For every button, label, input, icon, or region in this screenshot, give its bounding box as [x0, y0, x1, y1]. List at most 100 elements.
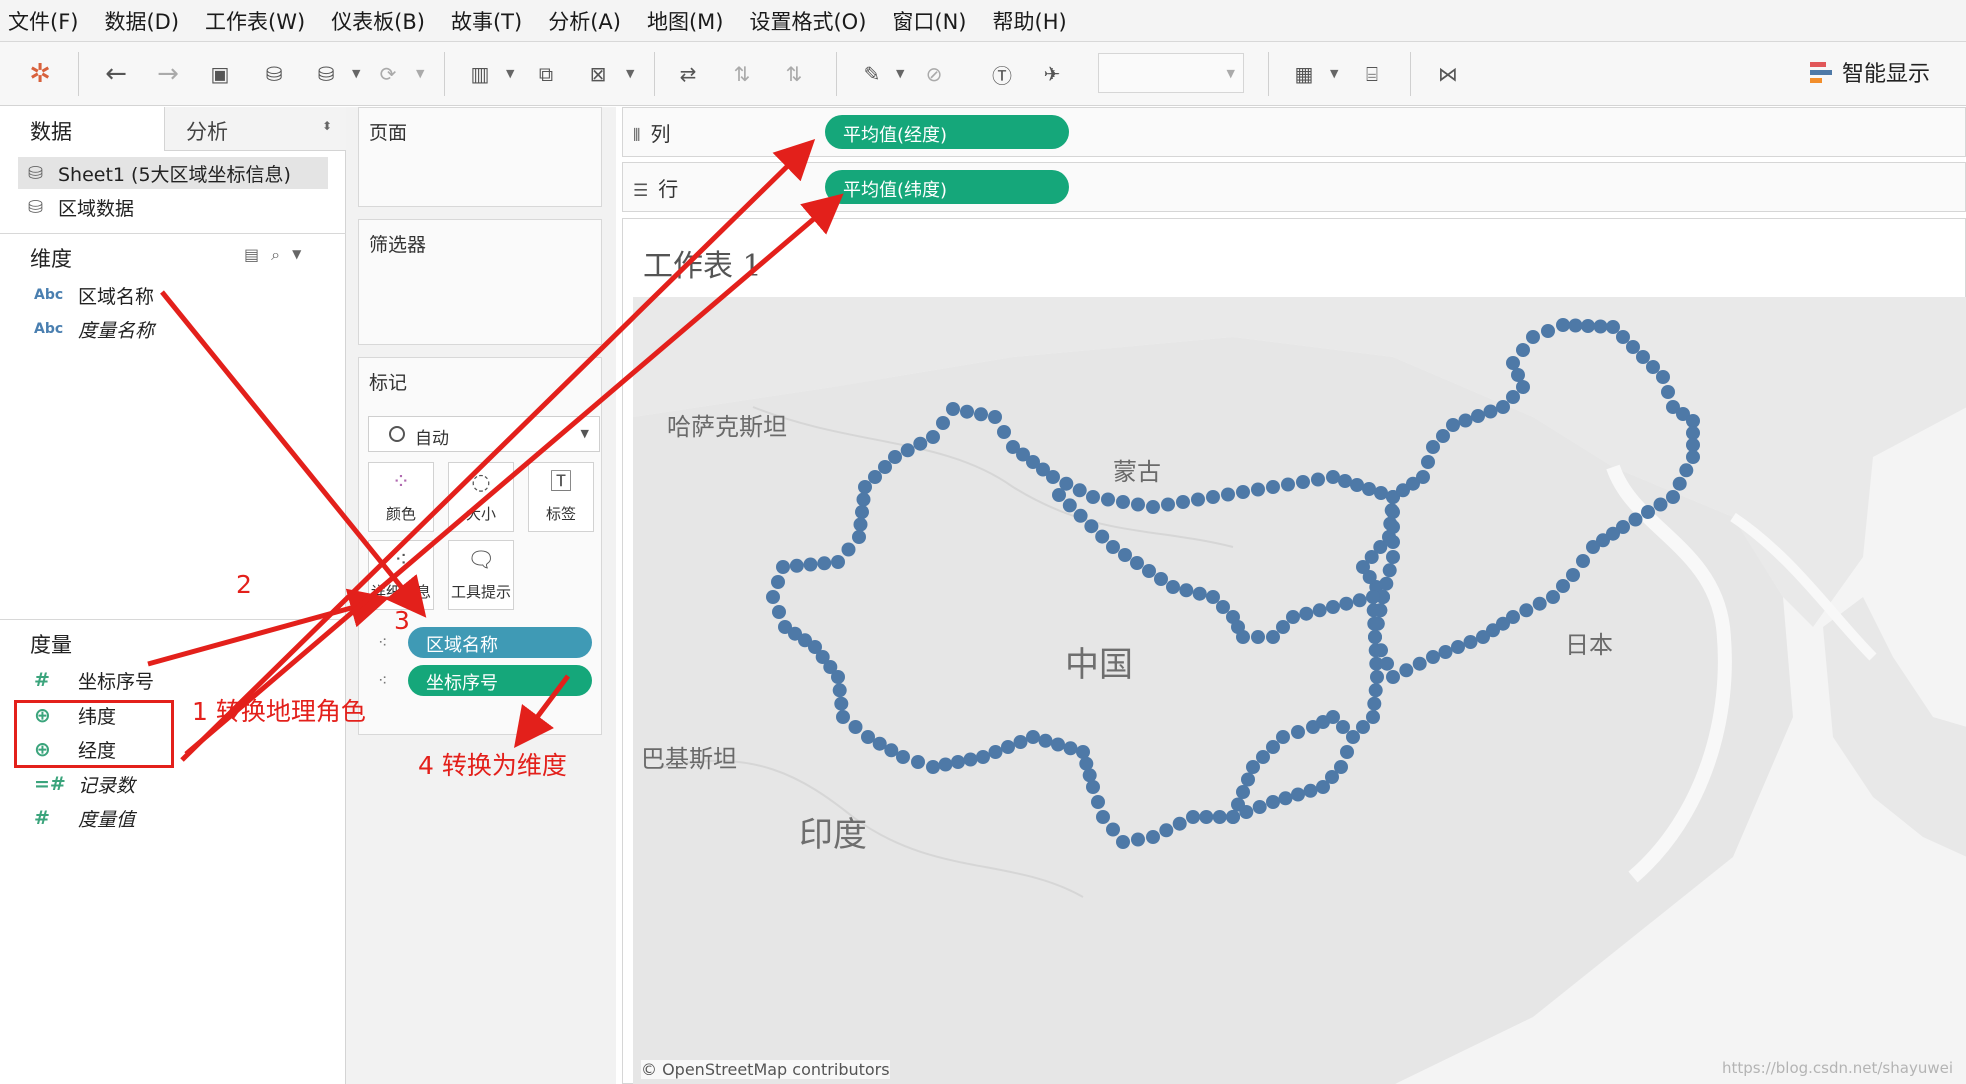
map-mark[interactable] — [853, 517, 868, 532]
map-mark[interactable] — [836, 710, 850, 724]
map-mark[interactable] — [831, 555, 845, 569]
map-mark[interactable] — [1252, 800, 1267, 814]
map-mark[interactable] — [913, 436, 928, 451]
map-mark[interactable] — [1086, 490, 1100, 504]
chevron-down-icon[interactable]: ▼ — [506, 67, 514, 80]
map-mark[interactable] — [1686, 438, 1700, 452]
map-mark[interactable] — [888, 450, 902, 464]
map-mark[interactable] — [1116, 835, 1130, 849]
map-mark[interactable] — [1206, 590, 1220, 604]
map-mark[interactable] — [841, 542, 856, 557]
map-mark[interactable] — [1426, 440, 1440, 454]
map-mark[interactable] — [1416, 470, 1430, 484]
map-mark[interactable] — [1095, 529, 1110, 544]
map-mark[interactable] — [1312, 603, 1327, 618]
pill-avg-latitude[interactable]: 平均值(纬度) — [825, 170, 1069, 204]
map-mark[interactable] — [1266, 480, 1280, 494]
map-mark[interactable] — [1368, 630, 1382, 644]
search-icon[interactable]: ⌕ — [271, 245, 280, 265]
pill-avg-longitude[interactable]: 平均值(经度) — [825, 115, 1069, 149]
map-mark[interactable] — [878, 460, 892, 474]
map-mark[interactable] — [1483, 404, 1498, 419]
map-mark[interactable] — [1463, 635, 1478, 649]
map-mark[interactable] — [856, 492, 871, 507]
map-mark[interactable] — [1172, 816, 1187, 831]
clear-sheet-icon[interactable]: ⊠ — [578, 54, 618, 94]
map-mark[interactable] — [976, 750, 990, 764]
field-record-count[interactable]: =# 记录数 — [34, 769, 135, 799]
menu-data[interactable]: 数据(D) — [104, 6, 179, 36]
map-mark[interactable] — [1653, 497, 1668, 512]
map-mark[interactable] — [926, 760, 940, 774]
map-mark[interactable] — [1063, 741, 1078, 756]
menu-map[interactable]: 地图(M) — [647, 6, 724, 36]
map-mark[interactable] — [1251, 630, 1265, 644]
map-mark[interactable] — [1352, 593, 1367, 608]
map-mark[interactable] — [1339, 596, 1354, 611]
map-mark[interactable] — [1291, 787, 1305, 802]
map-mark[interactable] — [1506, 356, 1520, 370]
size-button[interactable]: ◌ 大小 — [448, 462, 514, 532]
map-mark[interactable] — [1661, 385, 1675, 399]
map-mark[interactable] — [1038, 733, 1053, 748]
show-mark-labels-icon[interactable]: Ⓣ — [982, 54, 1022, 94]
map-mark[interactable] — [1626, 340, 1640, 354]
map-mark[interactable] — [1159, 823, 1174, 838]
save-icon[interactable]: ▣ — [200, 54, 240, 94]
smart-show-button[interactable]: 智能显示 — [1810, 56, 1930, 88]
map-mark[interactable] — [1606, 320, 1620, 334]
map-mark[interactable] — [1446, 418, 1460, 432]
map-mark[interactable] — [1179, 583, 1194, 598]
map-mark[interactable] — [1266, 795, 1280, 809]
map-mark[interactable] — [1276, 620, 1290, 634]
chevron-down-icon[interactable]: ▼ — [626, 67, 634, 80]
menu-file[interactable]: 文件(F) — [8, 6, 78, 36]
map-mark[interactable] — [1340, 745, 1354, 759]
map-mark[interactable] — [1146, 830, 1160, 844]
map-mark[interactable] — [1199, 810, 1214, 824]
pill-coord-index[interactable]: 坐标序号 — [408, 665, 592, 696]
map-mark[interactable] — [1176, 495, 1190, 509]
map-mark[interactable] — [1379, 576, 1394, 591]
map-mark[interactable] — [1666, 490, 1680, 504]
map-mark[interactable] — [1368, 683, 1383, 698]
map-mark[interactable] — [831, 670, 845, 684]
map-mark[interactable] — [1636, 350, 1650, 364]
new-datasource-icon[interactable]: ⛁ — [254, 54, 294, 94]
map-mark[interactable] — [926, 430, 940, 444]
map-mark[interactable] — [1326, 470, 1340, 484]
map-mark[interactable] — [1458, 413, 1473, 428]
map-mark[interactable] — [1096, 810, 1110, 824]
map-mark[interactable] — [1146, 500, 1160, 514]
map-mark[interactable] — [1496, 400, 1510, 414]
map-mark[interactable] — [1546, 590, 1560, 604]
map-mark[interactable] — [1382, 563, 1397, 578]
pages-card[interactable]: 页面 — [358, 107, 602, 207]
map-mark[interactable] — [988, 410, 1002, 424]
map-mark[interactable] — [1568, 318, 1583, 333]
map-mark[interactable] — [803, 557, 818, 572]
map-mark[interactable] — [938, 757, 953, 772]
map-mark[interactable] — [1412, 656, 1427, 671]
map-mark[interactable] — [974, 407, 988, 422]
map-mark[interactable] — [1374, 643, 1388, 658]
detail-button[interactable]: ⁖ 详细信息 — [368, 540, 434, 610]
map-mark[interactable] — [1374, 486, 1388, 500]
map-mark[interactable] — [1286, 610, 1300, 624]
menu-analysis[interactable]: 分析(A) — [548, 6, 621, 36]
datasource-sheet1[interactable]: ⛁ Sheet1 (5大区域坐标信息) — [18, 157, 328, 189]
map-mark[interactable] — [1334, 760, 1348, 774]
map-mark[interactable] — [1311, 472, 1325, 487]
map-mark[interactable] — [1686, 426, 1700, 440]
map-mark[interactable] — [1366, 603, 1381, 618]
new-worksheet-icon[interactable]: ▥ — [460, 54, 500, 94]
map-mark[interactable] — [1303, 783, 1318, 798]
map-mark[interactable] — [900, 443, 915, 458]
map-view[interactable]: 哈萨克斯坦 蒙古 中国 日本 巴基斯坦 印度 © OpenStreetMap c… — [633, 297, 1966, 1084]
menu-dashboard[interactable]: 仪表板(B) — [331, 6, 425, 36]
mark-type-select[interactable]: 自动 ▼ — [368, 416, 600, 452]
map-mark[interactable] — [1142, 564, 1156, 578]
map-mark[interactable] — [1241, 772, 1255, 787]
map-mark[interactable] — [1506, 390, 1520, 404]
map-mark[interactable] — [946, 402, 960, 416]
